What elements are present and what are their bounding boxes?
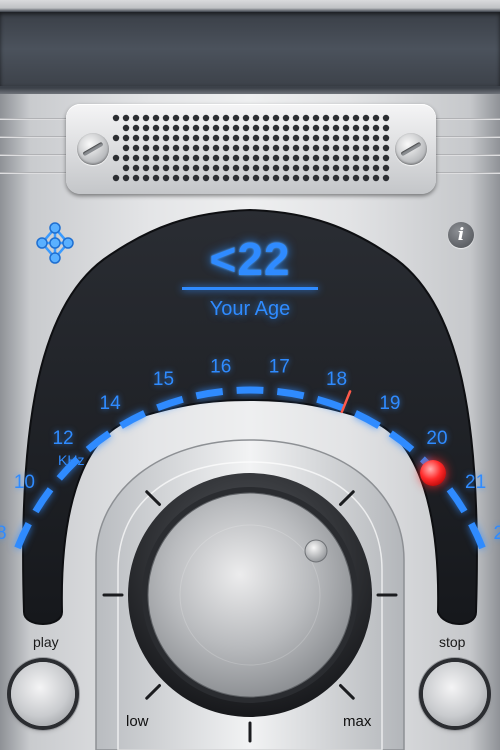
stop-button[interactable] (423, 662, 487, 726)
stop-label: stop (439, 634, 466, 650)
knob-area (95, 439, 405, 750)
play-button[interactable] (11, 662, 75, 726)
app-screen: 081012141516171819202122 KHz i <22 Your … (0, 0, 500, 750)
knob-min-label: low (126, 713, 149, 730)
play-label: play (33, 634, 59, 650)
knob-indicator-dimple (304, 539, 328, 563)
red-led-indicator (420, 460, 446, 486)
volume-knob[interactable] (147, 492, 353, 698)
knob-max-label: max (343, 713, 372, 730)
